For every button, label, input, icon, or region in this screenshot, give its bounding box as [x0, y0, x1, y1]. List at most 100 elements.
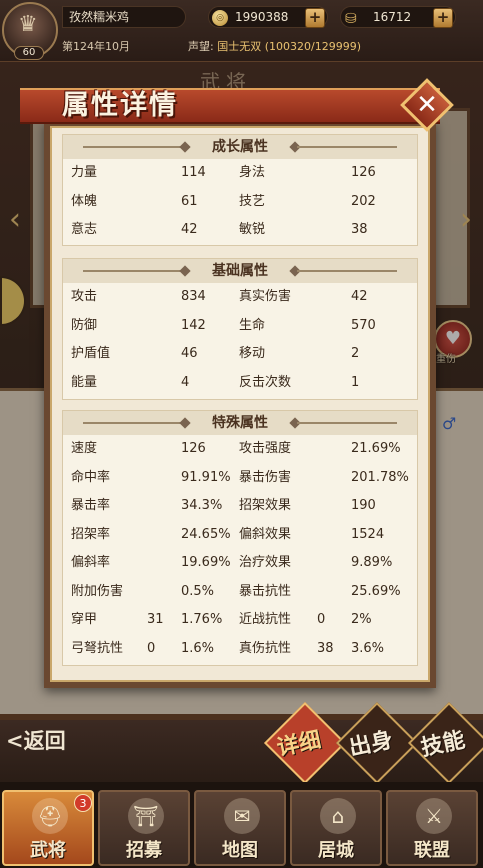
attr-value: 142: [181, 317, 206, 333]
attr-value: 114: [181, 165, 206, 180]
attribute-row: 速度 126 攻击强度 21.69%: [63, 435, 417, 464]
add-gold-button[interactable]: +: [305, 8, 325, 28]
attribute-row: 防御 142 生命 570: [63, 312, 417, 341]
section-header: 特殊属性: [63, 411, 417, 435]
attribute-row: 招架率 24.65% 偏斜效果 1524: [63, 521, 417, 550]
castle-icon: ⌂: [320, 798, 356, 834]
attr-name: 暴击抗性: [239, 583, 292, 599]
attr-value: 38: [317, 640, 334, 656]
attr-name: 招架效果: [239, 498, 292, 513]
diamond-icon: [179, 417, 191, 429]
nav-label: 招募: [126, 840, 162, 861]
attr-name: 暴击伤害: [239, 469, 292, 485]
attr-name: 附加伤害: [71, 583, 124, 599]
attr-name: 近战抗性: [239, 612, 292, 627]
attribute-row: 附加伤害 0.5% 暴击抗性 25.69%: [63, 578, 417, 607]
attr-value: 126: [351, 165, 376, 180]
attr-name: 暴击率: [71, 498, 111, 513]
attr-value: 38: [351, 222, 368, 237]
attr-percent: 1.76%: [181, 612, 223, 627]
attribute-row: 命中率 91.91% 暴击伤害 201.78%: [63, 464, 417, 493]
attr-value: 24.65%: [181, 526, 231, 542]
nav-label: 武将: [30, 840, 66, 861]
attr-percent: 1.6%: [181, 640, 215, 656]
attr-value: 61: [181, 193, 198, 209]
prestige-label: 声望:: [188, 40, 214, 53]
special-attributes-section: 特殊属性 速度 126 攻击强度 21.69% 命中率 91.91% 暴击伤害 …: [62, 410, 418, 666]
attr-value: 570: [351, 317, 376, 333]
crossed-swords-icon: ⚔: [416, 798, 452, 834]
attr-name: 护盾值: [71, 346, 111, 361]
attr-value: 834: [181, 289, 206, 304]
attr-name: 真实伤害: [239, 289, 292, 304]
attr-name: 穿甲: [71, 612, 98, 627]
helmet-icon: ⛑: [32, 798, 68, 834]
attr-name: 招架率: [71, 526, 111, 542]
notification-badge: 3: [74, 794, 92, 812]
attr-name: 力量: [71, 165, 98, 180]
attr-name: 防御: [71, 317, 98, 333]
attr-name: 治疗效果: [239, 555, 292, 570]
attr-name: 命中率: [71, 469, 111, 485]
attr-value: 0: [147, 640, 156, 656]
section-title: 成长属性: [212, 139, 268, 155]
crown-icon: ♛: [18, 12, 38, 37]
attribute-row: 攻击 834 真实伤害 42: [63, 283, 417, 312]
nav-item-alliance[interactable]: ⚔ 联盟: [386, 790, 478, 866]
gold-amount: 1990388: [235, 10, 289, 24]
modal-title: 属性详情: [62, 90, 178, 121]
attr-name: 反击次数: [239, 374, 292, 390]
attr-value: 34.3%: [181, 498, 223, 513]
attr-name: 体魄: [71, 193, 98, 209]
attr-value: 0: [317, 612, 326, 627]
attribute-row: 弓弩抗性 0 1.6% 真伤抗性 38 3.6%: [63, 635, 417, 664]
level-badge: 60: [14, 46, 44, 60]
attribute-row: 穿甲 31 1.76% 近战抗性 0 2%: [63, 606, 417, 635]
attr-value: 25.69%: [351, 583, 401, 599]
nav-item-recruit[interactable]: ⛩ 招募: [98, 790, 190, 866]
diamond-icon: [179, 265, 191, 277]
attr-value: 190: [351, 498, 376, 513]
attr-value: 201.78%: [351, 469, 409, 485]
attr-name: 敏锐: [239, 222, 266, 237]
prestige: 声望: 国士无双 (100320/129999): [188, 38, 361, 54]
growth-attributes-section: 成长属性 力量 114 身法 126 体魄 61 技艺 202 意志 42 敏锐…: [62, 134, 418, 246]
attribute-row: 能量 4 反击次数 1: [63, 369, 417, 398]
section-header: 成长属性: [63, 135, 417, 159]
attr-name: 真伤抗性: [239, 640, 292, 656]
close-icon[interactable]: ✕: [414, 90, 440, 120]
attr-value: 21.69%: [351, 441, 401, 456]
copper-amount: 16712: [373, 10, 412, 24]
attr-value: 19.69%: [181, 555, 231, 570]
back-button[interactable]: <返回: [2, 724, 82, 760]
prestige-value: 国士无双 (100320/129999): [217, 40, 361, 53]
attr-name: 身法: [239, 165, 266, 180]
gate-icon: ⛩: [128, 798, 164, 834]
attr-value: 0.5%: [181, 583, 215, 599]
scroll-map-icon: ✉: [224, 798, 260, 834]
attr-name: 攻击强度: [239, 441, 292, 456]
attr-value: 46: [181, 346, 198, 361]
attr-name: 技艺: [239, 193, 266, 209]
nav-item-city[interactable]: ⌂ 居城: [290, 790, 382, 866]
coin-stack-icon: ⛁: [345, 11, 357, 27]
diamond-icon: [179, 141, 191, 153]
nav-label: 居城: [318, 840, 354, 861]
attr-value: 42: [181, 222, 198, 237]
gold-resource: ◎ 1990388 +: [208, 6, 328, 28]
attr-name: 弓弩抗性: [71, 640, 124, 656]
attr-value: 1: [351, 374, 360, 390]
nav-item-generals[interactable]: ⛑ 武将 3: [2, 790, 94, 866]
nav-label: 地图: [222, 840, 258, 861]
nav-label: 联盟: [414, 840, 450, 861]
attribute-row: 护盾值 46 移动 2: [63, 340, 417, 369]
nav-item-map[interactable]: ✉ 地图: [194, 790, 286, 866]
section-header: 基础属性: [63, 259, 417, 283]
basic-attributes-section: 基础属性 攻击 834 真实伤害 42 防御 142 生命 570 护盾值 46…: [62, 258, 418, 400]
add-copper-button[interactable]: +: [433, 8, 453, 28]
attr-value: 126: [181, 441, 206, 456]
attr-name: 移动: [239, 346, 266, 361]
attr-percent: 3.6%: [351, 640, 385, 656]
attr-value: 4: [181, 374, 190, 390]
attribute-row: 力量 114 身法 126: [63, 159, 417, 188]
